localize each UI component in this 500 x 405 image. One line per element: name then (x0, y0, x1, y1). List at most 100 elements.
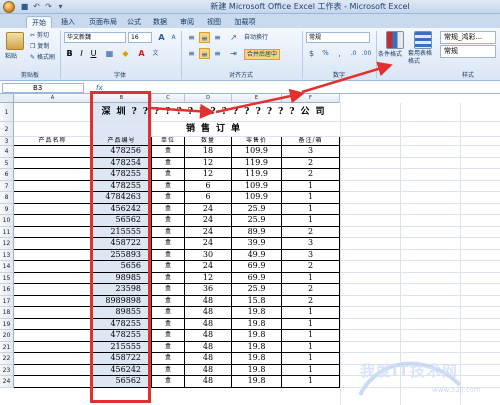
table-cell[interactable] (14, 364, 92, 376)
row-header[interactable]: 9 (0, 203, 14, 215)
number-format-select[interactable]: 常规 (306, 32, 370, 43)
dropdown-icon[interactable]: ▾ (56, 2, 65, 11)
table-cell[interactable]: 盒 (152, 203, 185, 215)
currency-icon[interactable]: $ (306, 48, 317, 59)
table-cell[interactable]: 盒 (152, 238, 185, 250)
style-normal-custom[interactable]: 常规_鸿彩... (440, 31, 496, 44)
tab-home[interactable]: 开始 (26, 16, 52, 28)
table-cell[interactable]: 盒 (152, 353, 185, 365)
table-cell[interactable]: 盒 (152, 249, 185, 261)
grow-font-icon[interactable]: A (156, 32, 167, 43)
table-cell[interactable]: 1 (282, 318, 340, 330)
table-cell[interactable]: 12 (185, 157, 232, 169)
row-header[interactable]: 18 (0, 307, 14, 319)
table-cell[interactable]: 19.8 (232, 318, 282, 330)
row-header[interactable]: 15 (0, 272, 14, 284)
align-right-icon[interactable]: ≡ (212, 48, 223, 59)
align-center-icon[interactable]: ≡ (199, 48, 210, 59)
table-cell[interactable] (14, 261, 92, 273)
tab-addins[interactable]: 加载项 (230, 16, 260, 28)
font-name-select[interactable]: 华文新魏 (64, 32, 126, 43)
table-cell[interactable]: 盒 (152, 318, 185, 330)
header-cell[interactable]: 备注/箱 (282, 137, 340, 146)
conditional-format-button[interactable]: 条件格式 (378, 50, 402, 59)
row-header[interactable]: 12 (0, 238, 14, 250)
table-cell[interactable]: 6 (185, 180, 232, 192)
table-cell[interactable]: 盒 (152, 226, 185, 238)
table-cell[interactable]: 19.8 (232, 341, 282, 353)
table-cell[interactable]: 盒 (152, 295, 185, 307)
row-header[interactable]: 16 (0, 284, 14, 296)
table-cell[interactable] (14, 146, 92, 158)
tab-insert[interactable]: 插入 (55, 16, 81, 28)
merge-center-button[interactable]: 合并后居中 (244, 49, 281, 60)
table-cell[interactable]: 24 (185, 203, 232, 215)
row-header[interactable]: 11 (0, 226, 14, 238)
table-cell[interactable]: 盒 (152, 157, 185, 169)
table-cell[interactable]: 盒 (152, 341, 185, 353)
align-middle-icon[interactable]: ≡ (199, 32, 210, 43)
increase-decimal-icon[interactable]: .0 (348, 48, 359, 59)
select-all-corner[interactable] (0, 94, 14, 103)
column-header-c[interactable]: C (152, 94, 185, 103)
table-cell[interactable]: 30 (185, 249, 232, 261)
table-cell[interactable]: 49.9 (232, 249, 282, 261)
table-cell[interactable]: 25.9 (232, 215, 282, 227)
row-header[interactable]: 3 (0, 137, 14, 146)
name-box[interactable]: B3 (2, 83, 84, 93)
table-cell[interactable]: 盒 (152, 169, 185, 181)
row-header[interactable]: 19 (0, 318, 14, 330)
percent-icon[interactable]: % (320, 48, 331, 59)
table-cell[interactable]: 盒 (152, 284, 185, 296)
table-cell[interactable] (14, 272, 92, 284)
table-cell[interactable]: 1 (282, 376, 340, 388)
copy-button[interactable]: ❐ 复制 (30, 42, 49, 51)
table-cell[interactable]: 48 (185, 295, 232, 307)
header-cell[interactable]: 产品名称 (14, 137, 92, 146)
table-cell[interactable]: 19.8 (232, 307, 282, 319)
conditional-format-icon[interactable] (386, 31, 404, 49)
table-cell[interactable]: 1 (282, 307, 340, 319)
paste-button[interactable]: 粘贴 (5, 52, 17, 61)
tab-data[interactable]: 数据 (148, 16, 172, 28)
table-cell[interactable] (14, 249, 92, 261)
row-header[interactable]: 13 (0, 249, 14, 261)
row-header[interactable]: 4 (0, 146, 14, 158)
table-cell[interactable]: 19.8 (232, 376, 282, 388)
table-cell[interactable]: 2 (282, 295, 340, 307)
row-header[interactable]: 17 (0, 295, 14, 307)
wrap-text-button[interactable]: 自动换行 (244, 33, 268, 42)
column-header-d[interactable]: D (185, 94, 232, 103)
table-cell[interactable]: 2 (282, 226, 340, 238)
table-cell[interactable]: 25.9 (232, 284, 282, 296)
phonetic-icon[interactable]: 文 (150, 48, 161, 59)
tab-view[interactable]: 视图 (202, 16, 226, 28)
row-header[interactable]: 22 (0, 353, 14, 365)
row-header[interactable]: 14 (0, 261, 14, 273)
tab-page-layout[interactable]: 页面布局 (84, 16, 122, 28)
table-cell[interactable]: 3 (282, 238, 340, 250)
paste-icon[interactable] (6, 32, 24, 50)
row-header[interactable]: 20 (0, 330, 14, 342)
table-cell[interactable]: 89.9 (232, 226, 282, 238)
table-cell[interactable] (14, 318, 92, 330)
underline-icon[interactable]: U (88, 48, 99, 59)
shrink-font-icon[interactable]: A (168, 32, 179, 43)
table-cell[interactable]: 18 (185, 146, 232, 158)
table-cell[interactable]: 19.8 (232, 330, 282, 342)
table-format-icon[interactable] (414, 31, 432, 49)
table-cell[interactable]: 1 (282, 272, 340, 284)
format-painter-button[interactable]: ✎ 格式刷 (30, 53, 55, 62)
bold-icon[interactable]: B (64, 48, 75, 59)
table-cell[interactable] (14, 376, 92, 388)
table-cell[interactable]: 12 (185, 169, 232, 181)
font-size-select[interactable]: 16 (128, 32, 152, 43)
row-header[interactable]: 8 (0, 192, 14, 204)
align-top-icon[interactable]: ≡ (186, 32, 197, 43)
table-cell[interactable]: 盒 (152, 192, 185, 204)
table-cell[interactable] (14, 203, 92, 215)
table-cell[interactable]: 2 (282, 284, 340, 296)
border-icon[interactable]: ▦ (104, 48, 115, 59)
table-cell[interactable]: 39.9 (232, 238, 282, 250)
table-cell[interactable] (14, 295, 92, 307)
